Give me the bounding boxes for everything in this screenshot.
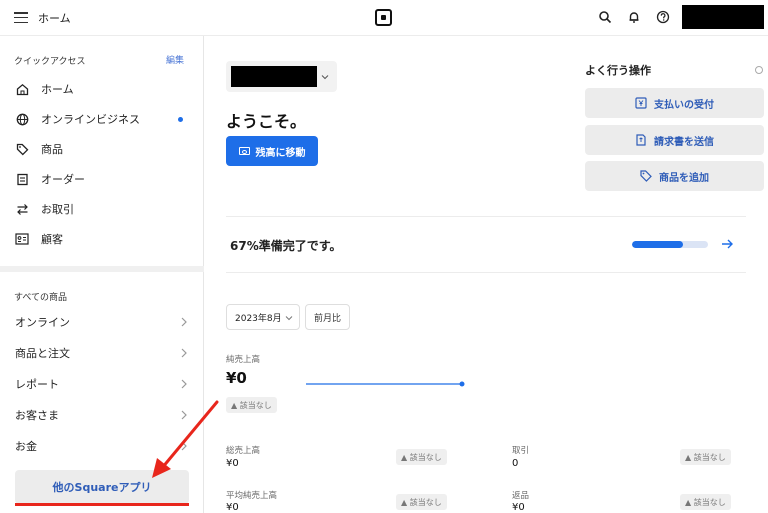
home-icon xyxy=(15,82,29,96)
sidebar-item-label: オーダー xyxy=(41,173,85,186)
chevron-right-icon xyxy=(181,379,187,389)
info-icon[interactable] xyxy=(755,66,763,74)
add-product-label: 商品を追加 xyxy=(659,172,709,184)
chevron-down-icon xyxy=(321,75,329,80)
account-menu-redacted[interactable] xyxy=(682,5,764,29)
quick-access-title: クイックアクセス xyxy=(14,57,86,67)
avg-net-sales-label: 平均純売上高 xyxy=(226,491,278,501)
sidebar-item-orders[interactable]: オーダー xyxy=(0,166,204,192)
customer-card-icon xyxy=(15,232,29,246)
setup-progress-text: 67%準備完了です。 xyxy=(230,239,342,253)
setup-progress-fill xyxy=(632,241,683,248)
category-label: 商品と注文 xyxy=(15,347,70,360)
net-sales-label: 純売上高 xyxy=(226,355,261,365)
sidebar-item-transactions[interactable]: お取引 xyxy=(0,196,204,222)
returns-label: 返品 xyxy=(512,491,530,501)
top-bar: ホーム xyxy=(0,0,768,36)
status-badge: ▲ 該当なし xyxy=(226,397,277,413)
sidebar-divider xyxy=(0,266,204,272)
divider xyxy=(226,272,746,273)
net-sales-sparkline xyxy=(306,381,465,387)
net-sales-value: ¥0 xyxy=(226,369,247,387)
globe-icon xyxy=(15,112,29,126)
avg-net-sales-value: ¥0 xyxy=(226,502,239,513)
chevron-right-icon xyxy=(181,317,187,327)
business-name-redacted xyxy=(231,66,317,87)
chevron-down-icon xyxy=(285,316,293,321)
arrow-right-icon[interactable] xyxy=(720,237,734,251)
accept-payment-button[interactable]: 支払いの受付 xyxy=(585,88,764,118)
status-badge: ▲ 該当なし xyxy=(680,449,731,465)
sidebar-item-online-business[interactable]: オンラインビジネス xyxy=(0,106,204,132)
status-badge: ▲ 該当なし xyxy=(680,494,731,510)
send-invoice-button[interactable]: 請求書を送信 xyxy=(585,125,764,155)
bell-icon[interactable] xyxy=(627,10,641,24)
sidebar-category-reports[interactable]: レポート xyxy=(0,370,204,398)
category-label: お客さま xyxy=(15,409,59,422)
sidebar-item-label: 顧客 xyxy=(41,233,63,246)
setup-progress-bar xyxy=(632,241,708,248)
chevron-right-icon xyxy=(181,348,187,358)
hamburger-menu-icon[interactable] xyxy=(14,12,28,23)
tag-icon xyxy=(15,142,29,156)
all-products-title: すべての商品 xyxy=(14,293,68,303)
yen-icon xyxy=(635,97,647,109)
quick-access-edit-link[interactable]: 編集 xyxy=(166,53,184,66)
status-badge: ▲ 該当なし xyxy=(396,494,447,510)
notification-dot xyxy=(178,117,183,122)
order-icon xyxy=(15,172,29,186)
go-to-balance-button[interactable]: 残高に移動 xyxy=(226,136,318,166)
square-logo-icon[interactable] xyxy=(375,9,392,26)
add-product-button[interactable]: 商品を追加 xyxy=(585,161,764,191)
invoice-icon xyxy=(636,134,646,146)
category-label: レポート xyxy=(15,378,59,391)
divider xyxy=(226,216,746,217)
sidebar-category-products-orders[interactable]: 商品と注文 xyxy=(0,339,204,367)
date-range-select[interactable]: 2023年8月 xyxy=(226,304,300,330)
sidebar-item-customers[interactable]: 顧客 xyxy=(0,226,204,252)
frequent-actions-title: よく行う操作 xyxy=(585,64,651,77)
help-icon[interactable] xyxy=(656,10,670,24)
go-to-balance-label: 残高に移動 xyxy=(255,147,306,159)
business-selector[interactable] xyxy=(226,61,337,92)
accept-payment-label: 支払いの受付 xyxy=(654,99,714,111)
status-badge: ▲ 該当なし xyxy=(396,449,447,465)
gross-sales-value: ¥0 xyxy=(226,458,239,469)
transactions-label: 取引 xyxy=(512,446,530,456)
tag-icon xyxy=(640,170,652,182)
gross-sales-label: 総売上高 xyxy=(226,446,261,456)
cash-icon xyxy=(238,147,250,155)
category-label: オンライン xyxy=(15,316,70,329)
returns-value: ¥0 xyxy=(512,502,525,513)
sidebar-item-label: オンラインビジネス xyxy=(41,113,140,126)
sidebar-item-label: お取引 xyxy=(41,203,74,216)
sidebar-item-home[interactable]: ホーム xyxy=(0,76,204,102)
red-underline-annotation xyxy=(15,503,189,506)
date-range-value: 2023年8月 xyxy=(235,313,282,324)
sidebar-item-label: 商品 xyxy=(41,143,63,156)
sidebar-item-products[interactable]: 商品 xyxy=(0,136,204,162)
red-arrow-annotation xyxy=(152,400,219,478)
send-invoice-label: 請求書を送信 xyxy=(654,136,714,148)
top-home-link[interactable]: ホーム xyxy=(38,10,71,26)
transfer-icon xyxy=(15,202,29,216)
welcome-heading: ようこそ。 xyxy=(226,112,307,131)
category-label: お金 xyxy=(15,440,37,453)
transactions-value: 0 xyxy=(512,458,519,469)
sidebar-category-online[interactable]: オンライン xyxy=(0,308,204,336)
sidebar-item-label: ホーム xyxy=(41,83,74,96)
comparison-select[interactable]: 前月比 xyxy=(305,304,350,330)
search-icon[interactable] xyxy=(598,10,612,24)
